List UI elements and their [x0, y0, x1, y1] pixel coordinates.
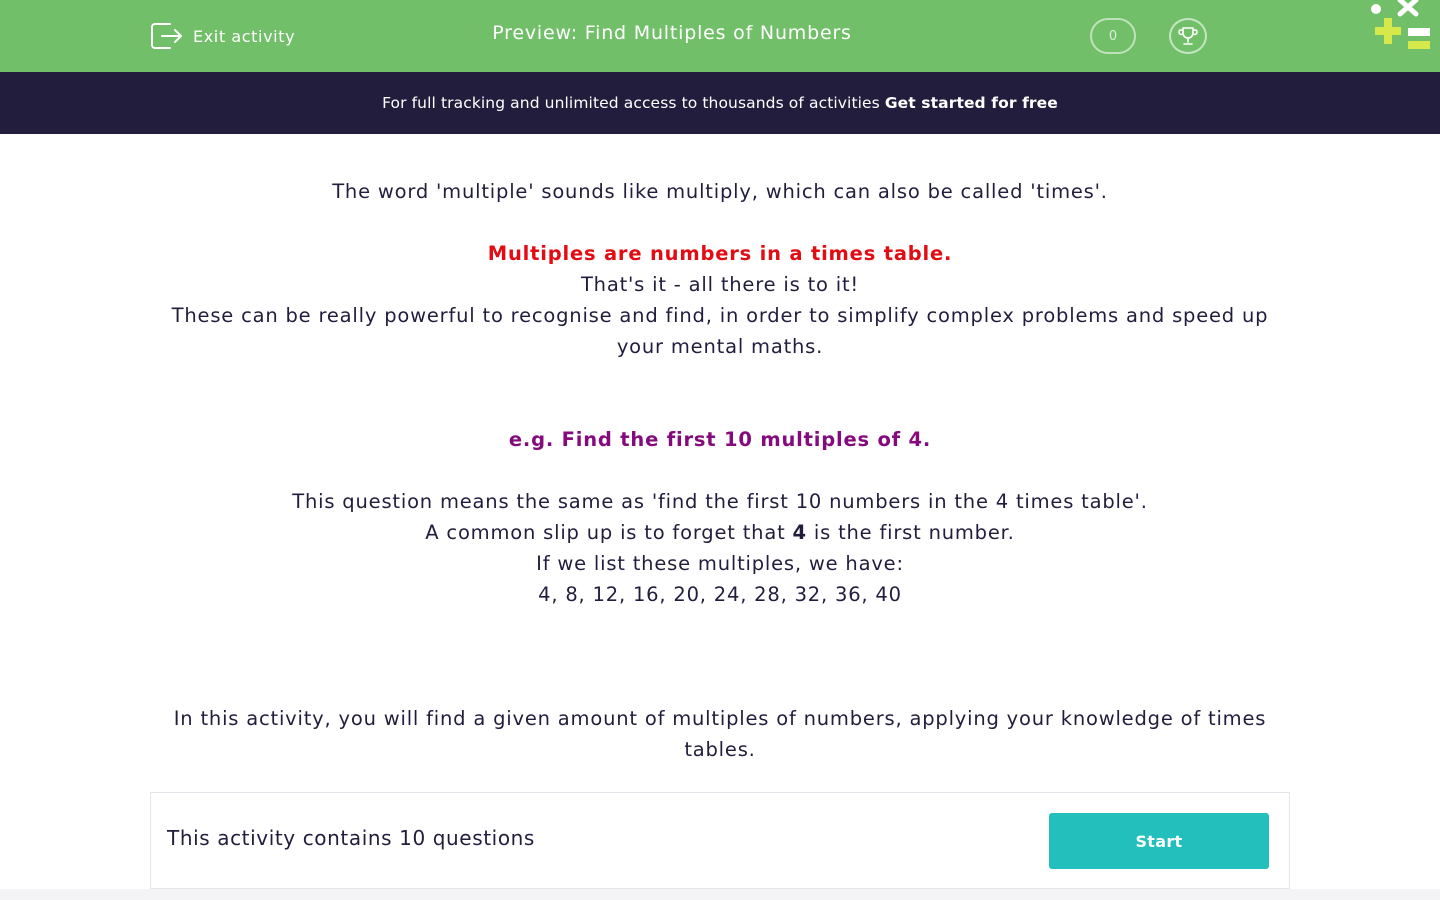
intro-content: The word 'multiple' sounds like multiply… — [150, 176, 1290, 765]
powerful-text: These can be really powerful to recognis… — [171, 304, 1269, 358]
means-text: This question means the same as 'find th… — [292, 490, 1148, 513]
activity-start-panel: This activity contains 10 questions Star… — [150, 792, 1290, 889]
footer-strip — [0, 889, 1440, 900]
multiples-list: 4, 8, 12, 16, 20, 24, 28, 32, 36, 40 — [538, 583, 902, 606]
top-bar: Exit activity Preview: Find Multiples of… — [0, 0, 1440, 72]
slip-bold: 4 — [792, 521, 807, 544]
logo-icon — [1371, 0, 1430, 49]
promo-text: For full tracking and unlimited access t… — [382, 94, 880, 112]
slip-text: A common slip up is to forget that 4 is … — [150, 517, 1290, 548]
question-count-text: This activity contains 10 questions — [167, 826, 535, 850]
slip-before: A common slip up is to forget that — [425, 521, 793, 544]
slip-after: is the first number. — [806, 521, 1015, 544]
example-text: e.g. Find the first 10 multiples of 4. — [508, 428, 932, 451]
get-started-link[interactable]: Get started for free — [885, 94, 1058, 112]
promo-banner: For full tracking and unlimited access t… — [0, 72, 1440, 134]
start-button[interactable]: Start — [1049, 813, 1269, 869]
thats-it-text: That's it - all there is to it! — [580, 273, 860, 296]
activity-text: In this activity, you will find a given … — [173, 707, 1267, 761]
trophy-icon — [1178, 27, 1198, 45]
list-intro-text: If we list these multiples, we have: — [536, 552, 904, 575]
page-title: Preview: Find Multiples of Numbers — [492, 22, 852, 44]
definition-text: Multiples are numbers in a times table. — [487, 242, 953, 265]
trophy-button[interactable] — [1169, 18, 1207, 54]
intro-text: The word 'multiple' sounds like multiply… — [332, 180, 1108, 203]
score-badge: 0 — [1090, 18, 1136, 54]
